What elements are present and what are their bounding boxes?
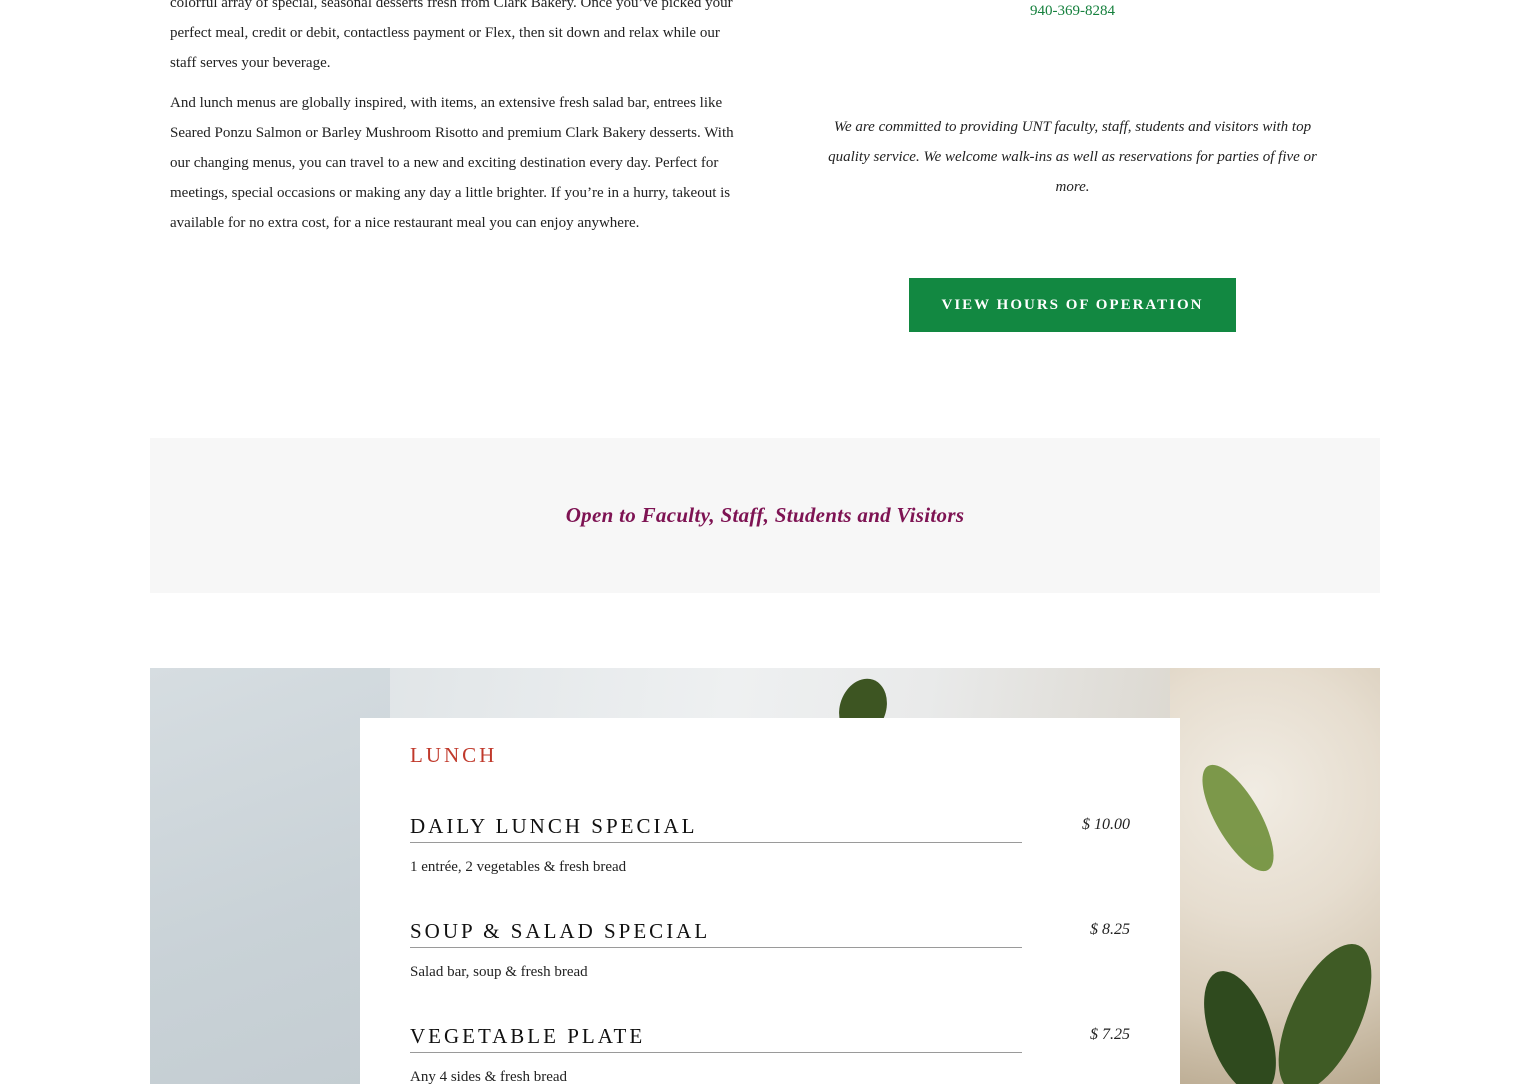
menu-item: SOUP & SALAD SPECIAL $ 8.25 Salad bar, s…	[410, 917, 1130, 1022]
menu-item-price: $ 7.25	[1090, 1026, 1130, 1043]
contact-block: 940-369-8284 We are committed to providi…	[820, 0, 1325, 332]
zucchini-graphic	[1189, 961, 1291, 1084]
banner-text: Open to Faculty, Staff, Students and Vis…	[565, 503, 965, 527]
menu-items-list: DAILY LUNCH SPECIAL $ 10.00 1 entrée, 2 …	[410, 812, 1130, 1084]
phone-link[interactable]: 940-369-8284	[820, 0, 1325, 22]
menu-item-name: DAILY LUNCH SPECIAL	[410, 812, 1022, 843]
zucchini-graphic	[1259, 930, 1380, 1084]
lunch-menu-section: LUNCH DAILY LUNCH SPECIAL $ 10.00 1 entr…	[150, 668, 1380, 1084]
background-photo-left	[150, 668, 390, 1084]
audience-banner: Open to Faculty, Staff, Students and Vis…	[150, 438, 1380, 593]
menu-item-name: VEGETABLE PLATE	[410, 1022, 1022, 1053]
background-photo-food	[1170, 668, 1380, 1084]
menu-item-description: Salad bar, soup & fresh bread	[410, 964, 588, 980]
menu-item: DAILY LUNCH SPECIAL $ 10.00 1 entrée, 2 …	[410, 812, 1130, 917]
menu-card: LUNCH DAILY LUNCH SPECIAL $ 10.00 1 entr…	[360, 718, 1180, 1084]
menu-item-name: SOUP & SALAD SPECIAL	[410, 917, 1022, 948]
menu-item: VEGETABLE PLATE $ 7.25 Any 4 sides & fre…	[410, 1022, 1130, 1084]
menu-item-description: Any 4 sides & fresh bread	[410, 1069, 568, 1084]
menu-item-price: $ 10.00	[1082, 816, 1130, 833]
view-hours-button[interactable]: VIEW HOURS OF OPERATION	[909, 278, 1236, 332]
asparagus-graphic	[1188, 755, 1288, 881]
intro-paragraph-2: And lunch menus are globally inspired, w…	[170, 95, 734, 231]
commitment-text: We are committed to providing UNT facult…	[828, 119, 1317, 195]
intro-paragraph-1: colorful array of special, seasonal dess…	[170, 0, 733, 71]
menu-item-description: 1 entrée, 2 vegetables & fresh bread	[410, 859, 627, 875]
menu-item-price: $ 8.25	[1090, 921, 1130, 938]
menu-heading: LUNCH	[410, 743, 498, 767]
intro-text: colorful array of special, seasonal dess…	[170, 0, 740, 248]
